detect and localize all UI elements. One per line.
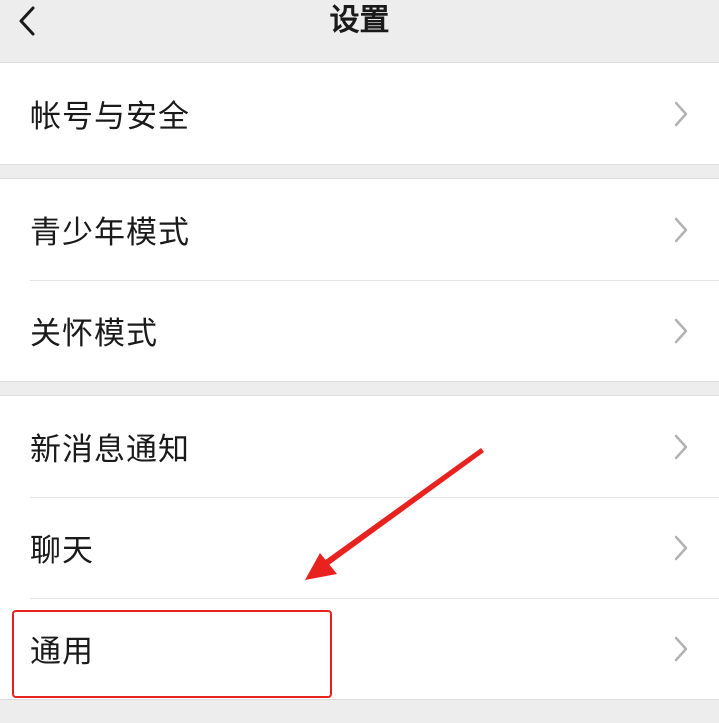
settings-item-youth-mode[interactable]: 青少年模式 <box>0 179 719 280</box>
settings-item-new-message-notifications[interactable]: 新消息通知 <box>0 396 719 497</box>
settings-group-general: 新消息通知 聊天 通用 <box>0 395 719 700</box>
settings-group-modes: 青少年模式 关怀模式 <box>0 178 719 382</box>
chevron-right-icon <box>674 636 688 661</box>
settings-item-chat[interactable]: 聊天 <box>0 497 719 598</box>
chevron-right-icon <box>674 434 688 459</box>
chevron-right-icon <box>674 535 688 560</box>
settings-item-general[interactable]: 通用 <box>0 598 719 699</box>
settings-item-label: 通用 <box>30 634 94 670</box>
settings-item-label: 聊天 <box>30 533 94 569</box>
chevron-right-icon <box>674 101 688 126</box>
chevron-right-icon <box>674 318 688 343</box>
chevron-right-icon <box>674 217 688 242</box>
settings-item-care-mode[interactable]: 关怀模式 <box>0 280 719 381</box>
chevron-left-icon <box>19 6 35 36</box>
nav-bar: 设置 <box>0 0 719 62</box>
back-button[interactable] <box>18 0 58 42</box>
settings-item-label: 新消息通知 <box>30 432 190 468</box>
settings-group-account: 帐号与安全 <box>0 62 719 165</box>
settings-item-label: 青少年模式 <box>30 215 190 251</box>
page-title: 设置 <box>329 3 390 38</box>
settings-item-label: 关怀模式 <box>30 316 158 352</box>
settings-item-label: 帐号与安全 <box>30 99 190 135</box>
settings-item-account-security[interactable]: 帐号与安全 <box>0 63 719 164</box>
